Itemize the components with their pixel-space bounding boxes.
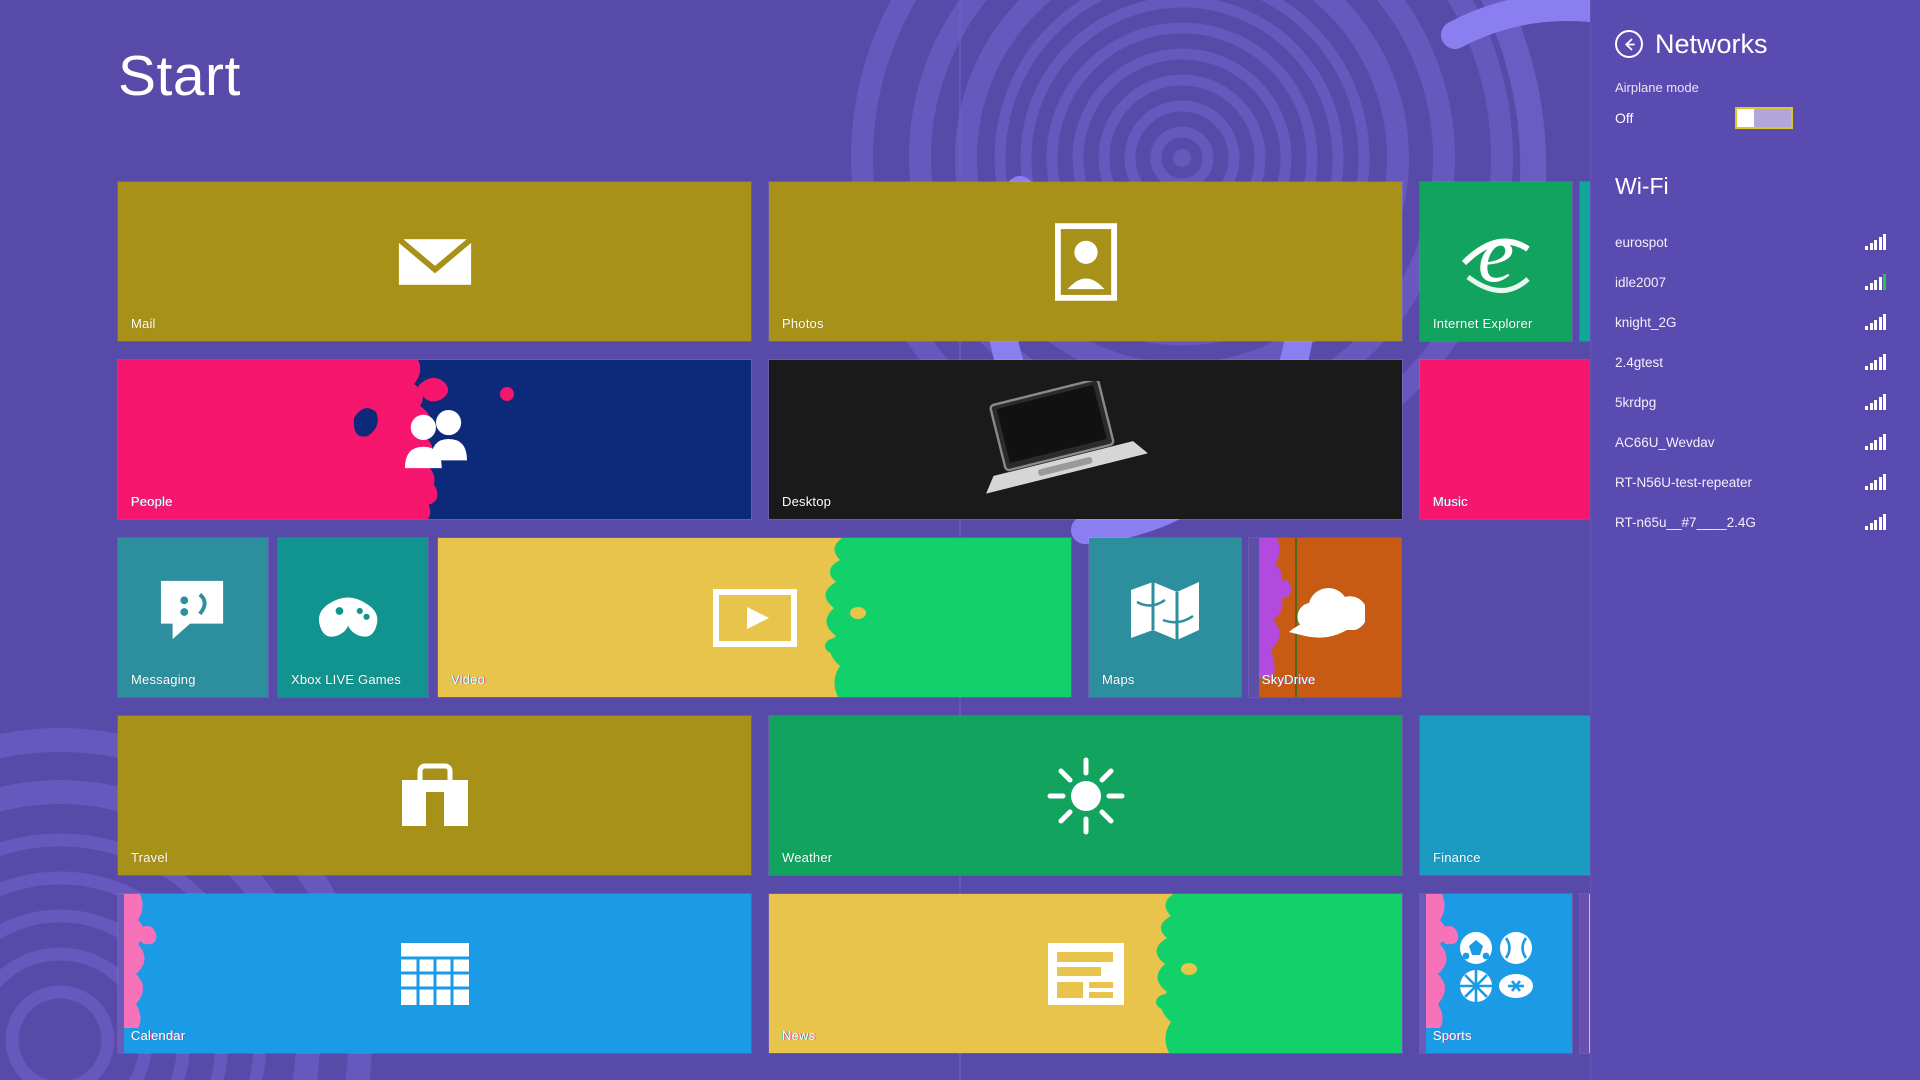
airplane-mode-row: Off — [1615, 107, 1896, 129]
tile-mail[interactable]: Mail — [117, 181, 752, 342]
tile-label: Sports — [1433, 1028, 1472, 1043]
back-arrow-icon[interactable] — [1615, 30, 1643, 58]
tile-label: Photos — [782, 316, 824, 331]
network-item[interactable]: 2.4gtest — [1591, 342, 1920, 382]
tile-skydrive[interactable]: SkyDrive — [1248, 537, 1402, 698]
tile-messaging[interactable]: Messaging — [117, 537, 269, 698]
tile-calendar[interactable]: Calendar — [117, 893, 752, 1054]
network-ssid: 5krdpg — [1615, 394, 1657, 410]
tile-xbox[interactable]: Xbox LIVE Games — [277, 537, 429, 698]
network-ssid: 2.4gtest — [1615, 354, 1664, 370]
tile-label: Desktop — [782, 494, 832, 509]
tile-label: Calendar — [131, 1028, 186, 1043]
tile-label: Finance — [1433, 850, 1481, 865]
network-item[interactable]: idle2007 — [1591, 262, 1920, 302]
network-ssid: RT-n65u__#7____2.4G — [1615, 514, 1756, 530]
tile-sports[interactable]: Sports — [1419, 893, 1573, 1054]
networks-title: Networks — [1655, 28, 1768, 59]
tile-label: SkyDrive — [1262, 672, 1316, 687]
tile-travel[interactable]: Travel — [117, 715, 752, 876]
network-item[interactable]: 5krdpg — [1591, 382, 1920, 422]
signal-strength-icon — [1865, 473, 1886, 490]
airplane-mode-label: Airplane mode — [1615, 80, 1699, 95]
airplane-mode-state: Off — [1615, 110, 1634, 126]
tile-people[interactable]: People — [117, 359, 752, 520]
signal-strength-icon — [1865, 433, 1886, 450]
tile-label: Maps — [1102, 672, 1135, 687]
network-item[interactable]: AC66U_Wevdav — [1591, 422, 1920, 462]
network-ssid: RT-N56U-test-repeater — [1615, 474, 1753, 490]
networks-header: Networks — [1591, 0, 1920, 58]
tile-label: Internet Explorer — [1433, 316, 1533, 331]
tile-photos[interactable]: Photos — [768, 181, 1403, 342]
tile-label: Travel — [131, 850, 168, 865]
tile-label: Xbox LIVE Games — [291, 672, 401, 687]
tile-label: News — [782, 1028, 816, 1043]
tile-weather[interactable]: Weather — [768, 715, 1403, 876]
network-ssid: idle2007 — [1615, 274, 1667, 290]
signal-strength-icon — [1865, 393, 1886, 410]
tile-label: Weather — [782, 850, 833, 865]
airplane-mode-block: Airplane mode Off — [1591, 58, 1920, 129]
network-ssid: AC66U_Wevdav — [1615, 434, 1715, 450]
network-item[interactable]: RT-n65u__#7____2.4G — [1591, 502, 1920, 542]
signal-strength-icon — [1865, 233, 1886, 250]
signal-strength-icon — [1865, 273, 1886, 290]
tile-label: Messaging — [131, 672, 196, 687]
tile-label: Video — [451, 672, 486, 687]
networks-flyout: Networks Airplane mode Off Wi-Fi eurospo… — [1590, 0, 1920, 1080]
network-ssid: eurospot — [1615, 234, 1668, 250]
toggle-knob — [1737, 109, 1754, 127]
tile-label: Mail — [131, 316, 156, 331]
page-title: Start — [118, 44, 241, 108]
tile-video[interactable]: Video — [437, 537, 1072, 698]
network-list: eurospot idle2007 knight_2G 2.4gtest 5krdpg A… — [1591, 222, 1920, 542]
signal-strength-icon — [1865, 353, 1886, 370]
tile-label: Music — [1433, 494, 1468, 509]
tile-news[interactable]: News — [768, 893, 1403, 1054]
tile-desktop[interactable]: Desktop — [768, 359, 1403, 520]
tile-ie[interactable]: e Internet Explorer — [1419, 181, 1573, 342]
network-ssid: knight_2G — [1615, 314, 1677, 330]
tile-label: People — [131, 494, 173, 509]
tile-maps[interactable]: Maps — [1088, 537, 1242, 698]
airplane-mode-toggle[interactable] — [1735, 107, 1793, 129]
signal-strength-icon — [1865, 313, 1886, 330]
network-item[interactable]: eurospot — [1591, 222, 1920, 262]
network-item[interactable]: RT-N56U-test-repeater — [1591, 462, 1920, 502]
network-item[interactable]: knight_2G — [1591, 302, 1920, 342]
start-screen: Start MailPhotoseInternet ExplorerStoreP… — [0, 0, 1920, 1080]
wifi-heading: Wi-Fi — [1615, 173, 1669, 199]
signal-strength-icon — [1865, 513, 1886, 530]
